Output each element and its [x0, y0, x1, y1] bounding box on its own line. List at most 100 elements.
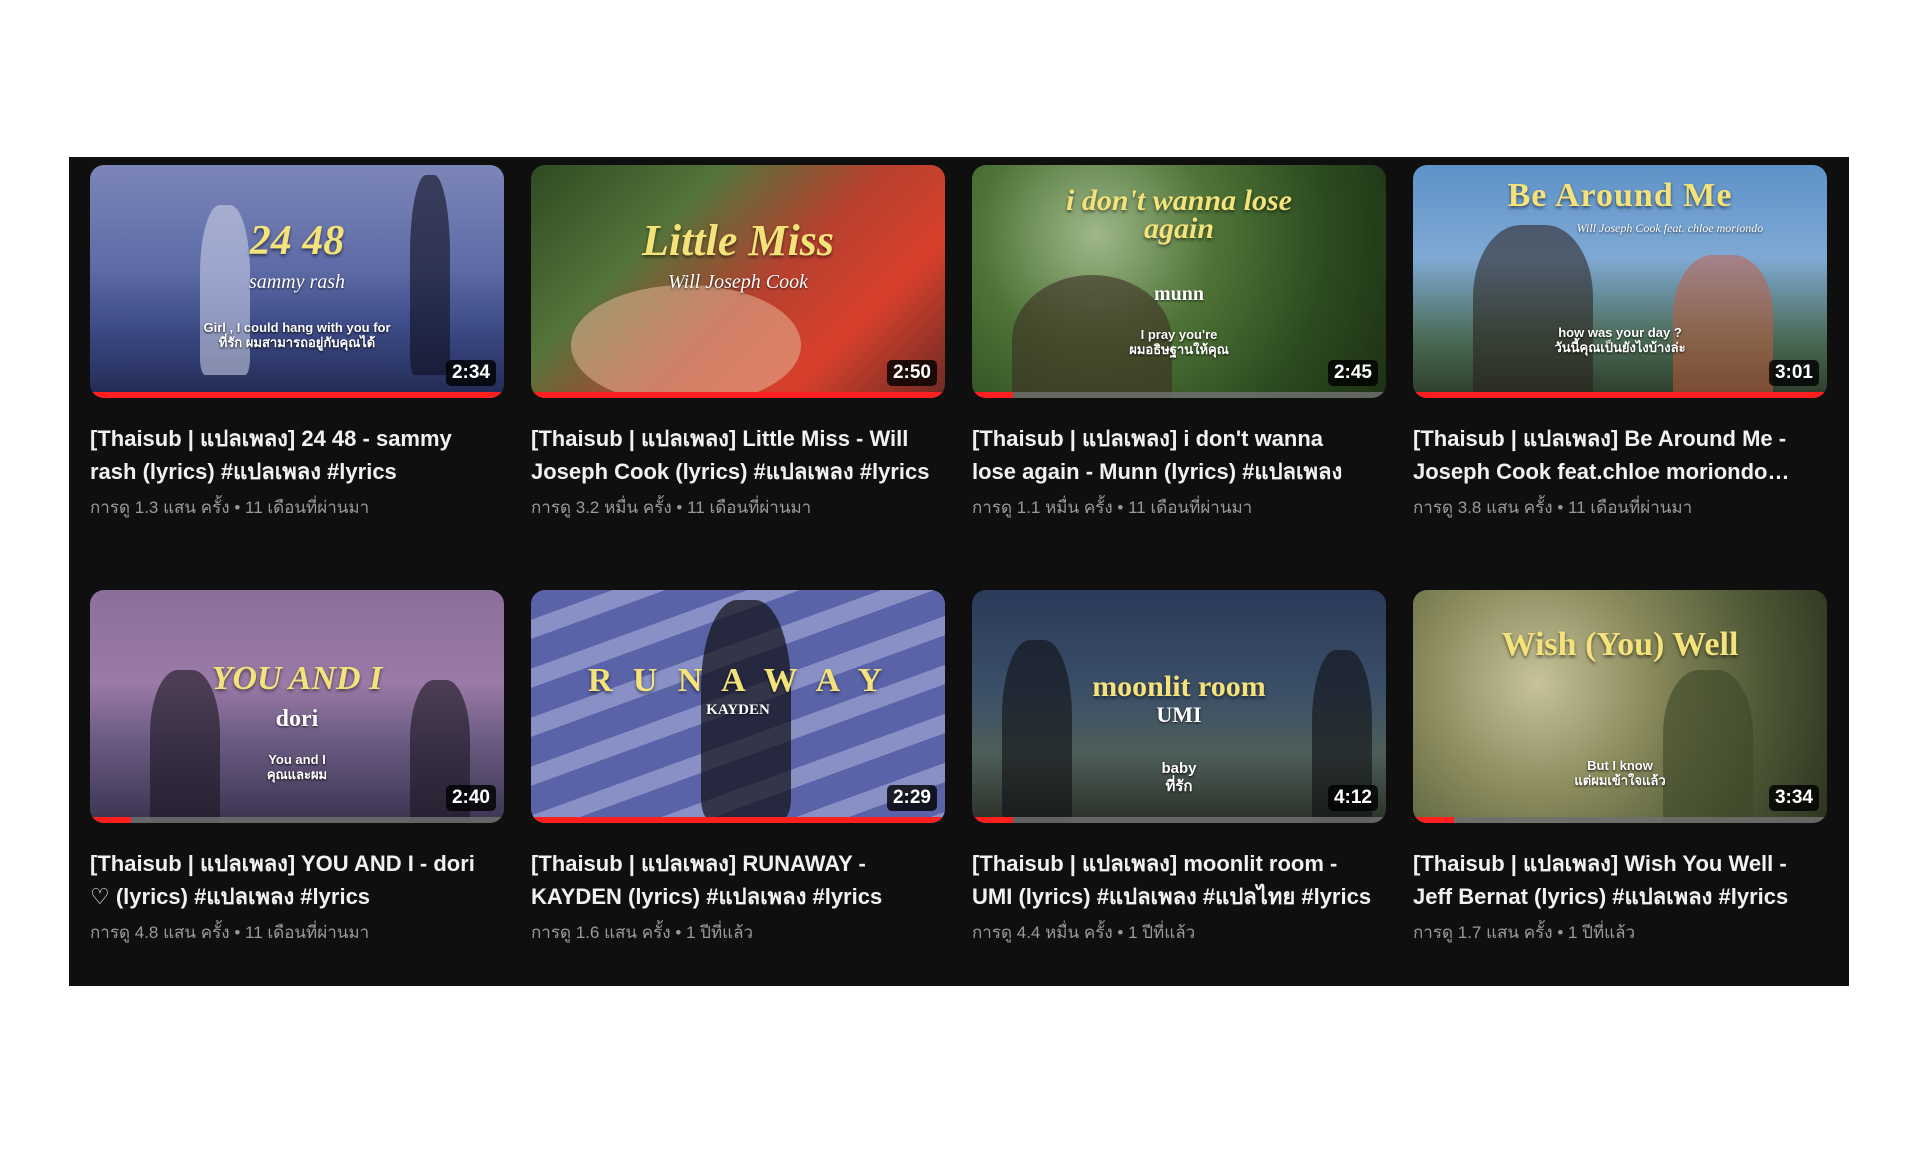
meta-separator: • — [676, 498, 683, 517]
video-card[interactable]: Wish (You) Well But I know แต่ผมเข้าใจแล… — [1413, 590, 1827, 990]
duration-badge: 2:45 — [1327, 360, 1378, 386]
thumbnail-title-text: moonlit room — [1092, 670, 1266, 703]
upload-age: 1 ปีที่แล้ว — [1568, 923, 1636, 942]
watch-progress-fill — [90, 817, 132, 823]
watch-progress-fill — [531, 817, 945, 823]
watch-progress-bar — [972, 817, 1386, 823]
video-card[interactable]: moonlit room UMI baby ที่รัก 4:12 [Thais… — [972, 590, 1386, 990]
video-title[interactable]: [Thaisub | แปลเพลง] 24 48 - sammy rash (… — [90, 422, 490, 488]
watch-progress-fill — [972, 817, 1014, 823]
thumbnail-lyric-line: how was your day ? — [1558, 325, 1682, 340]
upload-age: 11 เดือนที่ผ่านมา — [1568, 498, 1693, 517]
duration-badge: 3:34 — [1768, 785, 1819, 811]
meta-separator: • — [1557, 498, 1564, 517]
view-count: การดู 1.3 แสน ครั้ง — [90, 498, 230, 517]
video-thumbnail[interactable]: Little Miss Will Joseph Cook 2:50 — [531, 165, 945, 398]
upload-age: 11 เดือนที่ผ่านมา — [245, 923, 370, 942]
upload-age: 1 ปีที่แล้ว — [686, 923, 754, 942]
thumbnail-lyric-translation: ผมอธิษฐานให้คุณ — [1129, 342, 1229, 357]
video-card[interactable]: Little Miss Will Joseph Cook 2:50 [Thais… — [531, 165, 945, 590]
video-metadata: การดู 1.3 แสน ครั้ง • 11 เดือนที่ผ่านมา — [90, 494, 504, 521]
duration-badge: 2:40 — [445, 785, 496, 811]
video-title[interactable]: [Thaisub | แปลเพลง] Little Miss - Will J… — [531, 422, 931, 488]
video-metadata: การดู 4.4 หมื่น ครั้ง • 1 ปีที่แล้ว — [972, 919, 1386, 946]
thumbnail-title-text: Wish (You) Well — [1501, 626, 1739, 663]
thumbnail-lyric-translation: คุณและผม — [266, 767, 328, 782]
watch-progress-bar — [531, 817, 945, 823]
thumbnail-title-text: Little Miss — [642, 216, 834, 265]
thumbnail-title-text: YOU AND I — [211, 660, 383, 697]
upload-age: 11 เดือนที่ผ่านมา — [687, 498, 812, 517]
view-count: การดู 3.2 หมื่น ครั้ง — [531, 498, 672, 517]
meta-separator: • — [1557, 923, 1564, 942]
watch-progress-bar — [1413, 392, 1827, 398]
thumbnail-lyric-translation: ที่รัก ผมสามารถอยู่กับคุณได้ — [218, 335, 376, 350]
video-title[interactable]: [Thaisub | แปลเพลง] RUNAWAY - KAYDEN (ly… — [531, 847, 931, 913]
view-count: การดู 4.4 หมื่น ครั้ง — [972, 923, 1113, 942]
video-metadata: การดู 1.1 หมื่น ครั้ง • 11 เดือนที่ผ่านม… — [972, 494, 1386, 521]
video-grid-panel: 24 48 sammy rash Girl , I could hang wit… — [69, 157, 1849, 986]
duration-badge: 3:01 — [1768, 360, 1819, 386]
meta-separator: • — [1117, 923, 1124, 942]
video-card[interactable]: R U N A W A Y KAYDEN 2:29 [Thaisub | แปล… — [531, 590, 945, 990]
thumbnail-title-text: R U N A W A Y — [587, 662, 889, 699]
watch-progress-fill — [972, 392, 1014, 398]
duration-badge: 2:34 — [445, 360, 496, 386]
video-title[interactable]: [Thaisub | แปลเพลง] moonlit room - UMI (… — [972, 847, 1372, 913]
video-title[interactable]: [Thaisub | แปลเพลง] YOU AND I - dori ♡ (… — [90, 847, 490, 913]
thumbnail-artist-text: Will Joseph Cook — [668, 271, 808, 293]
thumbnail-artist-text: sammy rash — [248, 271, 346, 293]
video-metadata: การดู 3.2 หมื่น ครั้ง • 11 เดือนที่ผ่านม… — [531, 494, 945, 521]
video-metadata: การดู 1.7 แสน ครั้ง • 1 ปีที่แล้ว — [1413, 919, 1827, 946]
watch-progress-fill — [1413, 817, 1455, 823]
thumbnail-lyric-translation: วันนี้คุณเป็นยังไงบ้างล่ะ — [1554, 340, 1686, 355]
watch-progress-fill — [531, 392, 945, 398]
thumbnail-lyric-line: Girl , I could hang with you for — [203, 320, 391, 335]
thumbnail-artist-text: dori — [275, 706, 319, 732]
thumbnail-lyric-translation: แต่ผมเข้าใจแล้ว — [1574, 773, 1666, 788]
video-metadata: การดู 4.8 แสน ครั้ง • 11 เดือนที่ผ่านมา — [90, 919, 504, 946]
video-card[interactable]: i don't wanna lose again munn I pray you… — [972, 165, 1386, 590]
view-count: การดู 4.8 แสน ครั้ง — [90, 923, 230, 942]
video-thumbnail[interactable]: R U N A W A Y KAYDEN 2:29 — [531, 590, 945, 823]
video-thumbnail[interactable]: YOU AND I dori You and I คุณและผม 2:40 — [90, 590, 504, 823]
duration-badge: 2:29 — [886, 785, 937, 811]
upload-age: 1 ปีที่แล้ว — [1128, 923, 1196, 942]
thumbnail-lyric-translation: ที่รัก — [1165, 778, 1193, 795]
thumbnail-title-text: Be Around Me — [1507, 177, 1733, 214]
upload-age: 11 เดือนที่ผ่านมา — [245, 498, 370, 517]
thumbnail-lyric-line: baby — [1161, 760, 1197, 777]
thumbnail-artist-text: UMI — [1156, 702, 1202, 727]
watch-progress-bar — [972, 392, 1386, 398]
thumbnail-title-text: 24 48 — [249, 218, 345, 264]
video-title[interactable]: [Thaisub | แปลเพลง] Wish You Well - Jeff… — [1413, 847, 1813, 913]
video-title[interactable]: [Thaisub | แปลเพลง] i don't wanna lose a… — [972, 422, 1372, 488]
thumbnail-artist-text: KAYDEN — [706, 702, 770, 718]
video-thumbnail[interactable]: Be Around Me Will Joseph Cook feat. chlo… — [1413, 165, 1827, 398]
video-card[interactable]: YOU AND I dori You and I คุณและผม 2:40 [… — [90, 590, 504, 990]
video-title[interactable]: [Thaisub | แปลเพลง] Be Around Me - Josep… — [1413, 422, 1813, 488]
thumbnail-lyric-line: You and I — [268, 752, 326, 767]
thumbnail-lyric-line: I pray you're — [1140, 327, 1218, 342]
video-thumbnail[interactable]: moonlit room UMI baby ที่รัก 4:12 — [972, 590, 1386, 823]
video-metadata: การดู 1.6 แสน ครั้ง • 1 ปีที่แล้ว — [531, 919, 945, 946]
watch-progress-bar — [531, 392, 945, 398]
watch-progress-fill — [1413, 392, 1827, 398]
view-count: การดู 1.7 แสน ครั้ง — [1413, 923, 1553, 942]
watch-progress-bar — [90, 392, 504, 398]
thumbnail-title-text: i don't wanna lose again — [1066, 184, 1292, 245]
thumbnail-artist-text: Will Joseph Cook feat. chloe moriondo — [1576, 221, 1764, 235]
watch-progress-bar — [90, 817, 504, 823]
video-thumbnail[interactable]: Wish (You) Well But I know แต่ผมเข้าใจแล… — [1413, 590, 1827, 823]
watch-progress-bar — [1413, 817, 1827, 823]
video-card[interactable]: 24 48 sammy rash Girl , I could hang wit… — [90, 165, 504, 590]
video-metadata: การดู 3.8 แสน ครั้ง • 11 เดือนที่ผ่านมา — [1413, 494, 1827, 521]
meta-separator: • — [234, 498, 241, 517]
video-grid: 24 48 sammy rash Girl , I could hang wit… — [90, 165, 1827, 990]
video-card[interactable]: Be Around Me Will Joseph Cook feat. chlo… — [1413, 165, 1827, 590]
video-thumbnail[interactable]: i don't wanna lose again munn I pray you… — [972, 165, 1386, 398]
watch-progress-fill — [90, 392, 504, 398]
duration-badge: 4:12 — [1327, 785, 1378, 811]
thumbnail-lyric-line: But I know — [1587, 758, 1653, 773]
video-thumbnail[interactable]: 24 48 sammy rash Girl , I could hang wit… — [90, 165, 504, 398]
